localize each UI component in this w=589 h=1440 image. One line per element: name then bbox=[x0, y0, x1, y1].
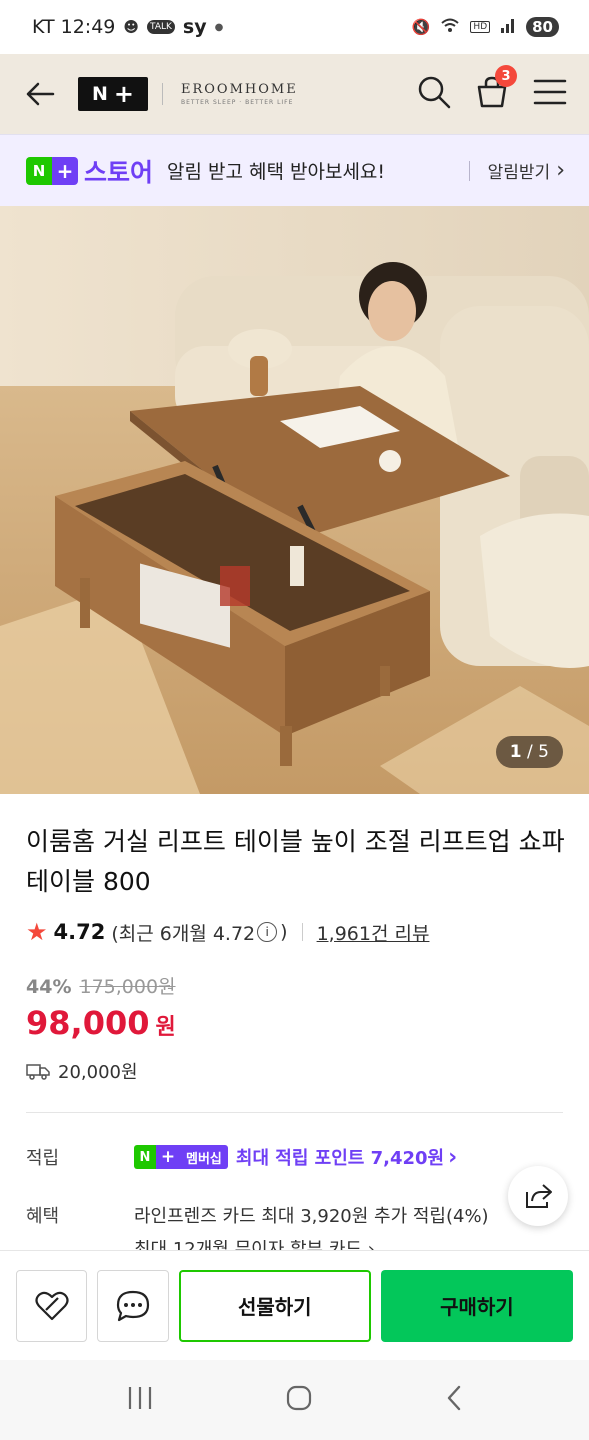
menu-button[interactable] bbox=[533, 78, 567, 110]
store-name: 스토어 bbox=[84, 157, 154, 187]
buy-button[interactable]: 구매하기 bbox=[380, 1269, 573, 1342]
info-icon[interactable]: i bbox=[257, 922, 278, 942]
purchase-action-bar: 선물하기 구매하기 bbox=[0, 1250, 589, 1360]
mute-icon: 🔇 bbox=[411, 18, 431, 36]
point-label: 적립 bbox=[26, 1148, 60, 1169]
review-count-link[interactable]: 1,961건 리뷰 bbox=[317, 919, 430, 946]
rating-recent: (최근 6개월 4.72 bbox=[111, 922, 256, 945]
sale-price: 98,000 bbox=[26, 1004, 150, 1042]
home-icon bbox=[286, 1385, 311, 1411]
image-counter: 1 / 5 bbox=[495, 736, 563, 768]
notification-cta-label: 알림받기 bbox=[487, 163, 551, 183]
search-icon bbox=[418, 76, 451, 109]
status-right: 🔇 HD 80 bbox=[412, 17, 559, 37]
recent-apps-icon bbox=[128, 1387, 151, 1409]
naver-plus-logo[interactable]: N + bbox=[78, 77, 148, 111]
star-icon: ★ bbox=[26, 918, 48, 946]
chat-bubble-icon bbox=[116, 1290, 150, 1321]
section-divider bbox=[26, 1112, 563, 1113]
rating-value: 4.72 bbox=[53, 920, 106, 944]
search-button[interactable] bbox=[417, 75, 451, 113]
chevron-left-icon bbox=[447, 1385, 460, 1411]
chevron-right-icon: › bbox=[556, 158, 565, 183]
rating-row: ★ 4.72 (최근 6개월 4.72 i ) 1,961건 리뷰 bbox=[26, 918, 429, 946]
battery-level: 80 bbox=[526, 17, 559, 37]
carrier-time: KT 12:49 bbox=[32, 16, 116, 38]
original-price-row: 44% 175,000원 bbox=[26, 972, 176, 999]
signal-icon bbox=[500, 17, 516, 37]
delivery-truck-icon bbox=[26, 1064, 50, 1080]
sale-price-row: 98,000 원 bbox=[26, 1004, 176, 1042]
brand-name: EROOMHOME bbox=[181, 82, 298, 97]
notification-subscribe-button[interactable]: 알림받기 › bbox=[468, 158, 565, 183]
membership-badge: N + 멤버십 bbox=[134, 1145, 228, 1169]
card-benefit-row[interactable]: 혜택 라인프렌즈 카드 최대 3,920원 추가 적립(4%) bbox=[26, 1202, 489, 1228]
discount-rate: 44% bbox=[26, 976, 72, 998]
product-photo bbox=[0, 206, 589, 794]
benefit-label: 혜택 bbox=[26, 1206, 60, 1227]
status-bar: KT 12:49 ☻ TALK sy ● 🔇 HD 80 bbox=[0, 0, 589, 54]
product-title: 이룸홈 거실 리프트 테이블 높이 조절 리프트업 쇼파 테이블 800 bbox=[26, 827, 565, 896]
talk-icon: TALK bbox=[147, 20, 175, 34]
status-left: KT 12:49 ☻ TALK sy ● bbox=[32, 16, 223, 38]
store-message: 알림 받고 혜택 받아보세요! bbox=[167, 161, 386, 183]
share-icon bbox=[526, 1184, 552, 1208]
point-benefit-row[interactable]: 적립 N + 멤버십 최대 적립 포인트 7,420원 › bbox=[26, 1144, 457, 1170]
cart-count-badge: 3 bbox=[495, 65, 517, 87]
hd-icon: HD bbox=[470, 21, 491, 33]
back-button[interactable] bbox=[22, 76, 58, 112]
store-header: N + EROOMHOME BETTER SLEEP · BETTER LIFE … bbox=[0, 54, 589, 134]
product-image-carousel[interactable]: 1 / 5 bbox=[0, 206, 589, 794]
back-nav-button[interactable] bbox=[444, 1384, 464, 1416]
brand-logo[interactable]: EROOMHOME BETTER SLEEP · BETTER LIFE bbox=[181, 82, 298, 106]
hamburger-menu-icon bbox=[533, 79, 567, 105]
recent-apps-button[interactable] bbox=[126, 1385, 154, 1415]
max-point-text: 최대 적립 포인트 7,420원 bbox=[235, 1148, 445, 1169]
notification-dot-icon: ● bbox=[214, 21, 224, 33]
card-benefit-text: 라인프렌즈 카드 최대 3,920원 추가 적립(4%) bbox=[134, 1206, 489, 1227]
shipping-fee: 20,000원 bbox=[58, 1062, 138, 1083]
brand-divider bbox=[162, 83, 163, 105]
currency-unit: 원 bbox=[155, 1015, 176, 1040]
home-button[interactable] bbox=[285, 1384, 313, 1416]
shipping-row: 20,000원 bbox=[26, 1058, 138, 1084]
installment-benefit-text[interactable]: 최대 12개월 무이자 할부 카드 › bbox=[134, 1240, 375, 1250]
share-button[interactable] bbox=[508, 1166, 568, 1226]
wifi-icon bbox=[440, 17, 460, 37]
store-notification-banner[interactable]: N + 스토어 알림 받고 혜택 받아보세요! 알림받기 › bbox=[0, 134, 589, 206]
cart-button[interactable]: 3 bbox=[475, 65, 517, 113]
app-notification-icon: ☻ bbox=[123, 18, 140, 36]
chevron-right-icon: › bbox=[448, 1144, 458, 1170]
system-nav-bar bbox=[0, 1360, 589, 1440]
gift-button[interactable]: 선물하기 bbox=[178, 1269, 371, 1342]
header-actions: 3 bbox=[417, 65, 567, 113]
wishlist-button[interactable] bbox=[16, 1269, 88, 1342]
status-extra: sy bbox=[182, 16, 207, 38]
brand-sub: BETTER SLEEP · BETTER LIFE bbox=[181, 99, 294, 106]
original-price: 175,000원 bbox=[79, 976, 176, 998]
back-arrow-icon bbox=[26, 82, 55, 106]
rating-recent-close: ) bbox=[280, 921, 288, 943]
chat-button[interactable] bbox=[97, 1269, 169, 1342]
naver-plus-store-logo: N + bbox=[26, 156, 78, 185]
heart-icon bbox=[35, 1291, 69, 1320]
